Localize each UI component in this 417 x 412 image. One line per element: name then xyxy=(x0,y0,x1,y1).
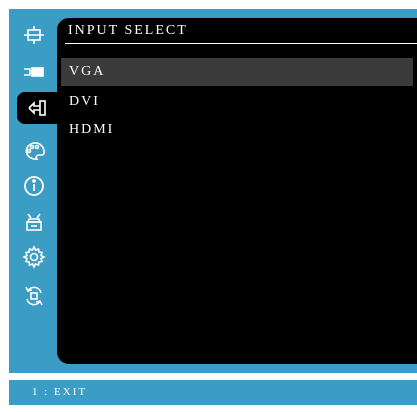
manual-image-adjust-icon[interactable] xyxy=(20,208,48,236)
page-title: INPUT SELECT xyxy=(68,23,188,38)
footer-bar: 1 : EXIT xyxy=(9,380,417,405)
menu-item-vga[interactable]: VGA xyxy=(61,58,413,86)
memory-recall-icon[interactable] xyxy=(20,282,48,310)
menu-item-label: DVI xyxy=(69,94,100,109)
menu-item-dvi[interactable]: DVI xyxy=(61,88,413,116)
menu-item-label: VGA xyxy=(69,64,106,79)
setup-gear-icon[interactable] xyxy=(20,243,48,271)
menu-header: INPUT SELECT xyxy=(65,21,417,44)
display-adjust-icon[interactable] xyxy=(20,21,48,49)
information-icon[interactable] xyxy=(20,172,48,200)
input-select-icon[interactable] xyxy=(17,92,57,124)
color-palette-icon[interactable] xyxy=(20,138,48,166)
input-projector-icon[interactable] xyxy=(20,58,48,86)
menu-item-hdmi[interactable]: HDMI xyxy=(61,116,413,144)
exit-hint: 1 : EXIT xyxy=(32,386,88,398)
menu-item-label: HDMI xyxy=(69,122,115,137)
